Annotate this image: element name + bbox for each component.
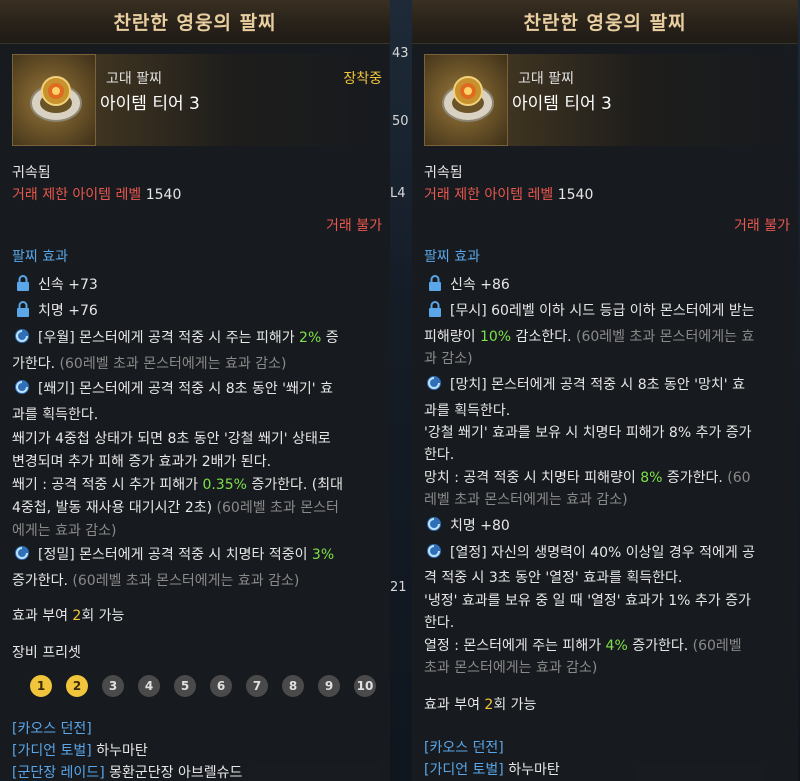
preset-button-9[interactable]: 9 (318, 675, 340, 697)
swirl-icon (15, 380, 29, 394)
effect-line: '강철 쐐기' 효과를 보유 시 치명타 피해가 8% 추가 증가 (424, 425, 752, 441)
background-inventory-strip: 43 50 L4 21 (388, 0, 412, 781)
bracelet-icon (424, 54, 508, 146)
swirl-icon (427, 376, 441, 390)
source-link[interactable]: [가디언 토벌] 하누마탄 (424, 759, 560, 781)
trade-level-label: 거래 제한 아이템 레벨 (424, 187, 554, 203)
preset-button-5[interactable]: 5 (174, 675, 196, 697)
item-tooltip-left: 찬란한 영웅의 팔찌 고대 팔찌 아이템 티어 3 장착중 귀속됨 거래 제한 … (0, 0, 390, 781)
preset-button-1[interactable]: 1 (30, 675, 52, 697)
stat-line: 치명 +80 (424, 515, 510, 537)
swirl-icon (427, 517, 441, 531)
preset-button-7[interactable]: 7 (246, 675, 268, 697)
stat-line: 신속 +73 (12, 274, 98, 296)
stat-line: 신속 +86 (424, 274, 510, 296)
effects-header: 팔찌 효과 (424, 249, 480, 265)
effect-line: 변경되며 추가 피해 증가 효과가 2배가 된다. (12, 454, 272, 470)
tooltip-title-bar: 찬란한 영웅의 팔찌 (412, 0, 798, 44)
grant-count: 효과 부여 2회 가능 (12, 608, 125, 624)
effects-header: 팔찌 효과 (12, 249, 68, 265)
preset-button-2[interactable]: 2 (66, 675, 88, 697)
lock-icon (429, 275, 441, 291)
stat-swiftness: 신속 +73 (38, 277, 98, 293)
untradable-label: 거래 불가 (326, 218, 382, 234)
preset-button-10[interactable]: 10 (354, 675, 376, 697)
stat-crit: 치명 +76 (38, 303, 98, 319)
effect-line: 쐐기가 4중첩 상태가 되면 8초 동안 '강철 쐐기' 상태로 (12, 431, 331, 447)
effect-ignore: [무시] 60레벨 이하 시드 등급 이하 몬스터에게 받는 (424, 300, 755, 322)
swirl-icon (15, 329, 29, 343)
effect-precision: [정밀] 몬스터에게 공격 적중 시 치명타 적중이 3% (12, 544, 334, 566)
source-link[interactable]: [카오스 던전] (424, 737, 504, 759)
item-category: 고대 팔찌 (518, 71, 574, 87)
effect-line: 열정 : 몬스터에게 주는 피해가 4% 증가한다. (60레벨 (424, 638, 742, 654)
effect-line: 피해량이 10% 감소한다. (60레벨 초과 몬스터에게는 효 (424, 329, 755, 345)
background-number: 50 (392, 114, 409, 129)
effect-line: 에게는 효과 감소) (12, 523, 117, 539)
item-tier: 아이템 티어 3 (100, 94, 200, 114)
effect-line: 증가한다. (60레벨 초과 몬스터에게는 효과 감소) (12, 573, 300, 589)
lock-icon (17, 275, 29, 291)
tooltip-title-bar: 찬란한 영웅의 팔찌 (0, 0, 390, 44)
effect-line: 레벨 초과 몬스터에게는 효과 감소) (424, 492, 628, 508)
effect-line: 쐐기 : 공격 적중 시 추가 피해가 0.35% 증가한다. (최대 (12, 477, 344, 493)
background-number: 21 (390, 580, 407, 595)
lock-icon (17, 301, 29, 317)
effect-line: 초과 몬스터에게는 효과 감소) (424, 660, 598, 676)
preset-label: 장비 프리셋 (12, 645, 81, 661)
bound-status: 귀속됨 (12, 165, 51, 181)
background-number: 43 (392, 46, 409, 61)
trade-level-value: 1540 (145, 187, 182, 203)
item-name: 찬란한 영웅의 팔찌 (113, 12, 277, 34)
bound-status: 귀속됨 (424, 165, 463, 181)
lock-icon (429, 301, 441, 317)
effect-line: '냉정' 효과를 보유 중 일 때 '열정' 효과가 1% 추가 증가 (424, 593, 751, 609)
preset-button-3[interactable]: 3 (102, 675, 124, 697)
bracelet-icon-graphic (442, 76, 494, 122)
effect-line: 가한다. (60레벨 초과 몬스터에게는 효과 감소) (12, 356, 287, 372)
item-category: 고대 팔찌 (106, 71, 162, 87)
trade-level-label: 거래 제한 아이템 레벨 (12, 187, 142, 203)
source-link[interactable]: [카오스 던전] (12, 718, 92, 740)
stat-crit: 치명 +80 (450, 518, 510, 534)
trade-level: 거래 제한 아이템 레벨 1540 (424, 184, 593, 206)
effect-line: 4중첩, 발동 재사용 대기시간 2초) (60레벨 초과 몬스터 (12, 500, 339, 516)
effect-hammer: [망치] 몬스터에게 공격 적중 시 8초 동안 '망치' 효 (424, 374, 745, 396)
swirl-icon (15, 546, 29, 560)
effect-line: 한다. (424, 447, 455, 463)
source-link[interactable]: [군단장 레이드] 몽환군단장 아브렐슈드 (12, 762, 242, 781)
equipment-presets: 1 2 3 4 5 6 7 8 9 10 (30, 675, 376, 697)
effect-superiority: [우월] 몬스터에게 공격 적중 시 주는 피해가 2% 증 (12, 327, 339, 349)
grant-count: 효과 부여 2회 가능 (424, 697, 537, 713)
preset-button-8[interactable]: 8 (282, 675, 304, 697)
effect-line: 과 감소) (424, 351, 473, 367)
untradable-label: 거래 불가 (734, 218, 790, 234)
item-tooltip-right: 찬란한 영웅의 팔찌 고대 팔찌 아이템 티어 3 귀속됨 거래 제한 아이템 … (412, 0, 798, 781)
bracelet-icon-graphic (30, 76, 82, 122)
stat-swiftness: 신속 +86 (450, 277, 510, 293)
item-header: 고대 팔찌 아이템 티어 3 (424, 54, 786, 146)
equipped-badge: 장착중 (343, 71, 382, 87)
source-link[interactable]: [가디언 토벌] 하누마탄 (12, 740, 148, 762)
item-header: 고대 팔찌 아이템 티어 3 장착중 (12, 54, 382, 146)
effect-line: 과를 획득한다. (12, 407, 99, 423)
trade-level: 거래 제한 아이템 레벨 1540 (12, 184, 181, 206)
item-tier: 아이템 티어 3 (512, 94, 612, 114)
effect-wedge: [쐐기] 몬스터에게 공격 적중 시 8초 동안 '쐐기' 효 (12, 378, 333, 400)
stat-line: 치명 +76 (12, 300, 98, 322)
preset-button-6[interactable]: 6 (210, 675, 232, 697)
bracelet-icon (12, 54, 96, 146)
swirl-icon (427, 544, 441, 558)
background-number: L4 (390, 186, 406, 201)
effect-line: 격 적중 시 3초 동안 '열정' 효과를 획득한다. (424, 570, 683, 586)
item-name: 찬란한 영웅의 팔찌 (523, 12, 687, 34)
effect-line: 망치 : 공격 적중 시 치명타 피해량이 8% 증가한다. (60 (424, 470, 751, 486)
trade-level-value: 1540 (557, 187, 594, 203)
effect-line: 과를 획득한다. (424, 403, 511, 419)
effect-passion: [열정] 자신의 생명력이 40% 이상일 경우 적에게 공 (424, 542, 755, 564)
preset-button-4[interactable]: 4 (138, 675, 160, 697)
effect-line: 한다. (424, 615, 455, 631)
